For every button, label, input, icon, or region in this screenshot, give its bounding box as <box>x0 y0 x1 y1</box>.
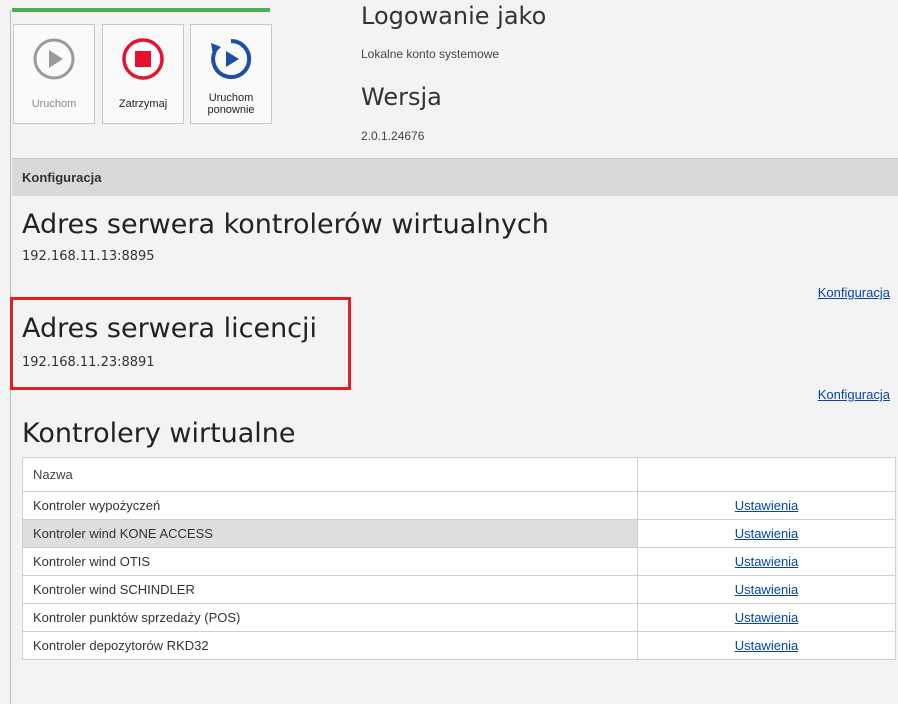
highlight-box <box>10 297 351 390</box>
table-row[interactable]: Kontroler wypożyczeń Ustawienia <box>22 491 896 520</box>
table-row[interactable]: Kontroler wind OTIS Ustawienia <box>22 547 896 576</box>
login-value: Lokalne konto systemowe <box>361 47 500 61</box>
settings-link[interactable]: Ustawienia <box>735 638 799 653</box>
table-row[interactable]: Kontroler wind KONE ACCESS Ustawienia <box>22 519 896 548</box>
settings-link[interactable]: Ustawienia <box>735 498 799 513</box>
virtual-server-config-link[interactable]: Konfiguracja <box>818 285 890 300</box>
virtual-server-address: 192.168.11.13:8895 <box>22 249 155 264</box>
license-server-config-link[interactable]: Konfiguracja <box>818 387 890 402</box>
play-circle-icon <box>33 38 75 80</box>
start-button-label: Uruchom <box>31 98 77 110</box>
virtual-server-title: Adres serwera kontrolerów wirtualnych <box>22 209 549 240</box>
restart-circle-icon <box>211 38 252 79</box>
restart-button-label: Uruchom ponownie <box>207 92 255 116</box>
controller-name: Kontroler wind OTIS <box>22 547 638 576</box>
column-header-name[interactable]: Nazwa <box>22 457 638 492</box>
controller-name: Kontroler wypożyczeń <box>22 491 638 520</box>
settings-link[interactable]: Ustawienia <box>735 610 799 625</box>
settings-link[interactable]: Ustawienia <box>735 554 799 569</box>
stop-button[interactable]: Zatrzymaj <box>102 24 184 124</box>
table-row[interactable]: Kontroler punktów sprzedaży (POS) Ustawi… <box>22 603 896 632</box>
stop-circle-icon <box>122 38 164 80</box>
stop-button-label: Zatrzymaj <box>118 98 168 110</box>
settings-link[interactable]: Ustawienia <box>735 526 799 541</box>
version-title: Wersja <box>361 83 442 111</box>
controller-name: Kontroler wind KONE ACCESS <box>22 519 638 548</box>
table-header-row: Nazwa <box>22 457 896 492</box>
status-accent-bar <box>12 8 270 12</box>
controllers-table: Nazwa Kontroler wypożyczeń Ustawienia Ko… <box>22 457 896 660</box>
config-section-header: Konfiguracja <box>12 158 898 196</box>
controllers-title: Kontrolery wirtualne <box>22 418 296 449</box>
start-button[interactable]: Uruchom <box>13 24 95 124</box>
settings-link[interactable]: Ustawienia <box>735 582 799 597</box>
login-title: Logowanie jako <box>361 2 547 30</box>
controller-name: Kontroler punktów sprzedaży (POS) <box>22 603 638 632</box>
table-row[interactable]: Kontroler wind SCHINDLER Ustawienia <box>22 575 896 604</box>
controller-name: Kontroler wind SCHINDLER <box>22 575 638 604</box>
column-header-actions[interactable] <box>637 457 896 492</box>
restart-button[interactable]: Uruchom ponownie <box>190 24 272 124</box>
controller-name: Kontroler depozytorów RKD32 <box>22 631 638 660</box>
version-value: 2.0.1.24676 <box>361 129 425 143</box>
table-row[interactable]: Kontroler depozytorów RKD32 Ustawienia <box>22 631 896 660</box>
